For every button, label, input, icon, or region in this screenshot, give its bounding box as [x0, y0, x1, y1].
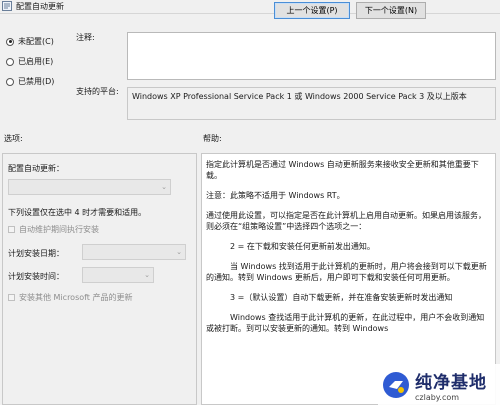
supported-platform-label: 支持的平台:: [76, 87, 119, 96]
radio-enabled[interactable]: 已启用(E): [6, 56, 53, 67]
options-panel: 配置自动更新： ⌄ 下列设置仅在选中 4 时才需要和适用。 自动维护期间执行安装…: [2, 153, 197, 405]
schedule-day-label: 计划安装日期：: [8, 249, 64, 258]
options-heading: 选项:: [4, 134, 23, 143]
window-title: 配置自动更新: [16, 1, 64, 11]
policy-settings-icon: [2, 1, 12, 11]
maintenance-install-checkbox[interactable]: 自动维护期间执行安装: [8, 224, 99, 235]
other-products-checkbox[interactable]: 安装其他 Microsoft 产品的更新: [8, 292, 133, 303]
next-setting-button[interactable]: 下一个设置(N): [356, 2, 426, 19]
radio-label: 未配置(C): [18, 37, 54, 46]
watermark-title: 纯净基地: [415, 372, 487, 393]
help-heading: 帮助:: [203, 134, 222, 143]
window-title-row: 配置自动更新: [0, 0, 150, 12]
checkbox-box: [8, 294, 15, 301]
help-paragraph: 当 Windows 找到适用于此计算机的更新时，用户将会接到可以下载更新的通知。…: [206, 262, 487, 282]
radio-indicator: [6, 57, 14, 66]
checkbox-box: [8, 226, 15, 233]
schedule-time-label: 计划安装时间：: [8, 272, 64, 281]
radio-label: 已启用(E): [18, 57, 54, 66]
chevron-down-icon: ⌄: [144, 271, 150, 279]
schedule-time-dropdown[interactable]: ⌄: [82, 267, 154, 283]
watermark: 纯净基地 czlaby.com: [378, 364, 500, 405]
help-paragraph: 指定此计算机是否通过 Windows 自动更新服务来接收安全更新和其他重要下载。: [206, 160, 479, 180]
help-paragraph: 注意：此策略不适用于 Windows RT。: [206, 191, 345, 200]
previous-setting-button[interactable]: 上一个设置(P): [274, 2, 350, 19]
configure-updates-label: 配置自动更新：: [8, 164, 64, 173]
radio-not-configured[interactable]: 未配置(C): [6, 36, 54, 47]
radio-disabled[interactable]: 已禁用(D): [6, 76, 54, 87]
help-paragraph: 3 =（默认设置）自动下载更新，并在准备安装更新时发出通知: [230, 293, 453, 302]
radio-indicator: [6, 37, 14, 46]
help-paragraph: 2 = 在下载和安装任何更新前发出通知。: [230, 242, 375, 251]
supported-platform-value: Windows XP Professional Service Pack 1 或…: [127, 87, 496, 120]
checkbox-label: 安装其他 Microsoft 产品的更新: [19, 293, 133, 302]
help-paragraph: 通过使用此设置，可以指定是否在此计算机上启用自动更新。如果启用该服务，则必须在“…: [206, 211, 486, 231]
comment-label: 注释:: [76, 33, 95, 42]
info-text: 下列设置仅在选中 4 时才需要和适用。: [8, 208, 147, 217]
help-paragraph: Windows 查找适用于此计算机的更新，在此过程中，用户不会收到通知或被打断。…: [206, 313, 485, 333]
comment-textarea[interactable]: [127, 32, 496, 80]
radio-indicator: [6, 77, 14, 86]
watermark-url: czlaby.com: [415, 392, 460, 402]
schedule-day-dropdown[interactable]: ⌄: [82, 244, 186, 260]
checkbox-label: 自动维护期间执行安装: [19, 225, 99, 234]
chevron-down-icon: ⌄: [161, 183, 167, 191]
radio-label: 已禁用(D): [18, 77, 55, 86]
watermark-logo-icon: [383, 371, 409, 398]
configure-updates-dropdown[interactable]: ⌄: [8, 179, 171, 195]
chevron-down-icon: ⌄: [176, 248, 182, 256]
